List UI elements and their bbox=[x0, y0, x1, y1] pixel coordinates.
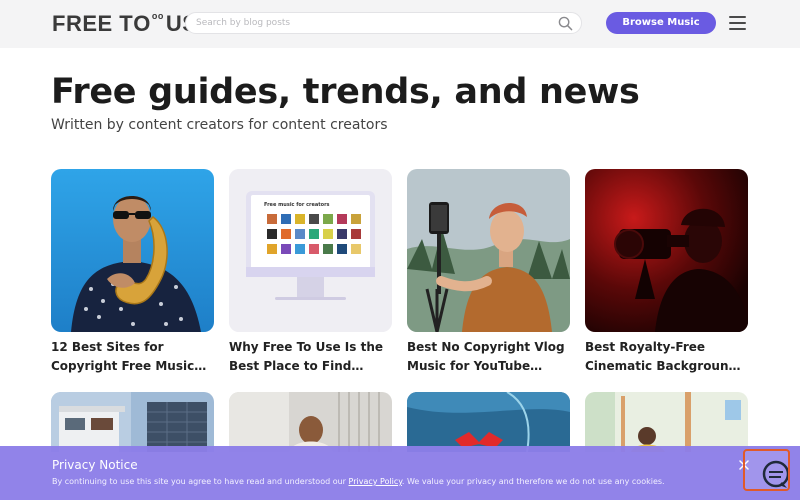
card-title[interactable]: Why Free To Use Is the Best Place to Fin… bbox=[229, 338, 392, 376]
blog-card[interactable]: Best No Copyright Vlog Music for YouTube… bbox=[407, 169, 570, 376]
card-image-computer-preview[interactable]: Free music for creators bbox=[229, 169, 392, 332]
blog-card[interactable]: Best Royalty-Free Cinematic Background M… bbox=[585, 169, 748, 376]
card-image-saxophone-player[interactable] bbox=[51, 169, 214, 332]
card-title[interactable]: Best Royalty-Free Cinematic Background M… bbox=[585, 338, 748, 376]
card-image-vlogger[interactable] bbox=[407, 169, 570, 332]
page-title: Free guides, trends, and news bbox=[51, 72, 640, 112]
page-subtitle: Written by content creators for content … bbox=[51, 117, 388, 133]
privacy-policy-link[interactable]: Privacy Policy bbox=[349, 477, 402, 486]
site-header: FREE TOooUSE Browse Music bbox=[0, 0, 800, 48]
logo-text-o: O bbox=[133, 11, 151, 36]
card-title[interactable]: Best No Copyright Vlog Music for YouTube… bbox=[407, 338, 570, 376]
logo-text-left: FREE T bbox=[52, 11, 134, 36]
card-title[interactable]: 12 Best Sites for Copyright Free Music b… bbox=[51, 338, 214, 376]
search-icon[interactable] bbox=[558, 16, 573, 31]
chat-widget-button[interactable] bbox=[743, 449, 790, 491]
privacy-text-before: By continuing to use this site you agree… bbox=[52, 477, 349, 486]
browse-music-button[interactable]: Browse Music bbox=[606, 12, 716, 34]
search-bar bbox=[185, 12, 582, 34]
hamburger-menu-icon[interactable] bbox=[729, 15, 746, 31]
card-image-illustration[interactable] bbox=[585, 392, 748, 452]
card-image-architecture[interactable] bbox=[51, 392, 214, 452]
privacy-text-after: . We value your privacy and therefore we… bbox=[401, 477, 665, 486]
search-input[interactable] bbox=[196, 15, 556, 31]
privacy-title: Privacy Notice bbox=[52, 458, 138, 472]
card-image-cinematic-camera[interactable] bbox=[585, 169, 748, 332]
blog-card[interactable]: 12 Best Sites for Copyright Free Music b… bbox=[51, 169, 214, 376]
blog-card[interactable]: Free music for creators Why Free To Use … bbox=[229, 169, 392, 376]
privacy-banner: Privacy Notice By continuing to use this… bbox=[0, 446, 800, 500]
card-image-blue-scene[interactable] bbox=[407, 392, 570, 452]
chat-icon bbox=[762, 460, 790, 488]
card-image-woman-window[interactable] bbox=[229, 392, 392, 452]
preview-heading: Free music for creators bbox=[264, 202, 330, 208]
privacy-text: By continuing to use this site you agree… bbox=[52, 477, 665, 486]
logo-infinity-mark: oo bbox=[151, 11, 164, 21]
